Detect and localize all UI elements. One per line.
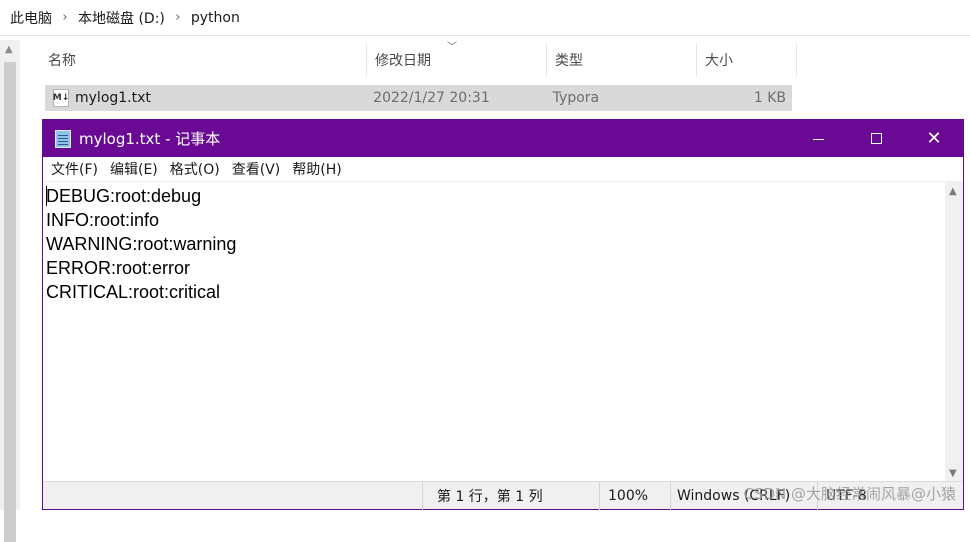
column-date-modified[interactable]: ﹀ 修改日期 — [367, 44, 547, 76]
file-type: Typora — [553, 90, 703, 106]
scroll-up-icon[interactable]: ▲ — [949, 186, 957, 197]
breadcrumb: 此电脑 › 本地磁盘 (D:) › python — [0, 0, 970, 36]
menu-edit[interactable]: 编辑(E) — [104, 159, 164, 179]
sort-chevron-down-icon: ﹀ — [447, 38, 457, 53]
title-bar[interactable]: mylog1.txt - 记事本 ✕ — [43, 120, 963, 157]
status-zoom: 100% — [600, 482, 671, 510]
file-name: mylog1.txt — [75, 90, 373, 106]
maximize-icon — [871, 133, 882, 144]
breadcrumb-separator-icon[interactable]: › — [54, 10, 76, 25]
minimize-button[interactable] — [789, 120, 847, 157]
breadcrumb-this-pc[interactable]: 此电脑 — [8, 8, 54, 28]
file-row[interactable]: M↓ mylog1.txt 2022/1/27 20:31 Typora 1 K… — [45, 85, 792, 111]
breadcrumb-local-disk[interactable]: 本地磁盘 (D:) — [76, 8, 167, 28]
column-size[interactable]: 大小 — [697, 44, 797, 76]
column-size-label: 大小 — [705, 50, 733, 70]
close-icon: ✕ — [926, 128, 941, 149]
text-line: DEBUG:root:debug — [46, 184, 946, 208]
status-cursor-position: 第 1 行，第 1 列 — [423, 482, 600, 510]
nav-pane-scrollbar[interactable]: ▲ — [0, 40, 20, 510]
status-spacer — [43, 482, 423, 510]
watermark: CSDN @大脑经常闹风暴@小猿 — [743, 483, 956, 504]
file-size: 1 KB — [702, 90, 792, 106]
breadcrumb-python[interactable]: python — [189, 10, 242, 26]
menu-bar: 文件(F) 编辑(E) 格式(O) 查看(V) 帮助(H) — [43, 157, 963, 182]
menu-view[interactable]: 查看(V) — [226, 159, 287, 179]
text-caret — [46, 186, 47, 206]
menu-format[interactable]: 格式(O) — [164, 159, 226, 179]
menu-file[interactable]: 文件(F) — [45, 159, 104, 179]
minimize-icon — [813, 139, 824, 140]
column-type[interactable]: 类型 — [547, 44, 697, 76]
scroll-up-icon[interactable]: ▲ — [5, 44, 13, 55]
file-modified: 2022/1/27 20:31 — [373, 90, 553, 106]
vertical-scrollbar[interactable]: ▲ ▼ — [945, 182, 963, 481]
typora-file-icon: M↓ — [53, 89, 69, 107]
close-button[interactable]: ✕ — [905, 120, 963, 157]
text-editor[interactable]: DEBUG:root:debug INFO:root:info WARNING:… — [43, 182, 946, 481]
text-line: ERROR:root:error — [46, 256, 946, 280]
menu-help[interactable]: 帮助(H) — [286, 159, 347, 179]
column-header: 名称 ﹀ 修改日期 类型 大小 — [40, 44, 797, 76]
column-type-label: 类型 — [555, 50, 583, 70]
text-line: CRITICAL:root:critical — [46, 280, 946, 304]
notepad-window: mylog1.txt - 记事本 ✕ 文件(F) 编辑(E) 格式(O) 查看(… — [42, 119, 964, 510]
scrollbar-thumb[interactable] — [4, 62, 16, 542]
breadcrumb-separator-icon[interactable]: › — [167, 10, 189, 25]
text-line: INFO:root:info — [46, 208, 946, 232]
column-date-label: 修改日期 — [375, 50, 431, 70]
column-name-label: 名称 — [48, 50, 76, 70]
column-name[interactable]: 名称 — [40, 44, 367, 76]
scroll-down-icon[interactable]: ▼ — [949, 468, 957, 479]
text-line: WARNING:root:warning — [46, 232, 946, 256]
notepad-icon[interactable] — [55, 130, 71, 148]
maximize-button[interactable] — [847, 120, 905, 157]
window-title: mylog1.txt - 记事本 — [79, 128, 789, 149]
